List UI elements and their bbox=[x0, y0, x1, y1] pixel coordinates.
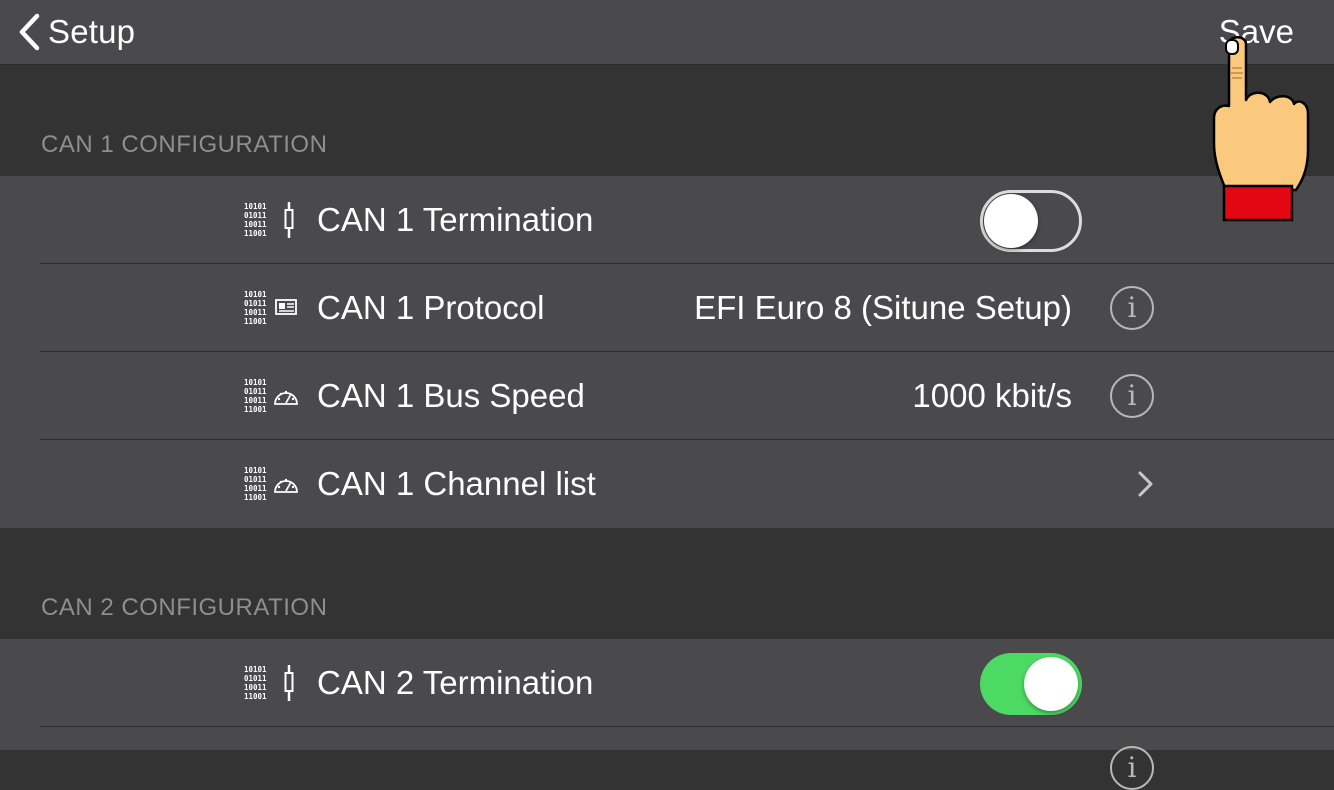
svg-text:11001: 11001 bbox=[244, 405, 267, 414]
info-icon[interactable]: i bbox=[1110, 746, 1154, 790]
can1-channel-list-label: CAN 1 Channel list bbox=[317, 465, 596, 502]
can1-bus-speed-row[interactable]: 10101 01011 10011 11001 CAN 1 Bus Speed 10… bbox=[0, 352, 1334, 440]
svg-text:10101: 10101 bbox=[244, 202, 267, 211]
navigation-bar: Setup Save bbox=[0, 0, 1334, 65]
svg-text:01011: 01011 bbox=[244, 299, 267, 308]
binary-protocol-icon: 1010101011 1001111001 bbox=[244, 290, 297, 326]
svg-text:10011: 10011 bbox=[244, 396, 267, 405]
section-header-can2: CAN 2 CONFIGURATION bbox=[41, 594, 328, 621]
svg-text:01011: 01011 bbox=[244, 211, 267, 220]
can2-termination-row[interactable]: 10101 01011 10011 11001 CAN 2 Termination bbox=[0, 639, 1334, 727]
svg-text:01011: 01011 bbox=[244, 674, 267, 683]
can1-protocol-value: EFI Euro 8 (Situne Setup) bbox=[694, 289, 1072, 326]
binary-gauge-icon: 1010101011 1001111001 bbox=[244, 378, 298, 414]
svg-text:11001: 11001 bbox=[244, 493, 267, 502]
svg-text:11001: 11001 bbox=[244, 229, 267, 238]
chevron-right-icon bbox=[1138, 471, 1153, 497]
can1-bus-speed-value: 1000 kbit/s bbox=[912, 377, 1072, 414]
svg-text:10011: 10011 bbox=[244, 484, 267, 493]
can1-termination-row[interactable]: 10101 01011 10011 11001 CAN 1 Termination bbox=[0, 176, 1334, 264]
svg-text:10101: 10101 bbox=[244, 665, 267, 674]
can1-termination-toggle[interactable] bbox=[980, 190, 1082, 252]
svg-text:01011: 01011 bbox=[244, 387, 267, 396]
svg-text:10101: 10101 bbox=[244, 378, 267, 387]
can1-protocol-row[interactable]: 10101 01011 10011 11001 CAN 1 Protocol EFI… bbox=[0, 264, 1334, 352]
row-divider bbox=[40, 726, 1334, 727]
can1-bus-speed-label: CAN 1 Bus Speed bbox=[317, 377, 585, 414]
svg-text:10011: 10011 bbox=[244, 220, 267, 229]
svg-text:11001: 11001 bbox=[244, 692, 267, 701]
chevron-left-icon bbox=[19, 13, 40, 51]
svg-text:11001: 11001 bbox=[244, 317, 267, 326]
can2-settings-group: 10101 01011 10011 11001 CAN 2 Termination … bbox=[0, 639, 1334, 790]
section-header-can1: CAN 1 CONFIGURATION bbox=[41, 131, 328, 158]
binary-gauge-icon: 1010101011 1001111001 bbox=[244, 466, 298, 502]
pointing-hand-icon bbox=[1212, 36, 1310, 222]
svg-text:01011: 01011 bbox=[244, 475, 267, 484]
info-icon[interactable]: i bbox=[1110, 374, 1154, 418]
back-button[interactable]: Setup bbox=[18, 10, 135, 54]
svg-text:10101: 10101 bbox=[244, 466, 267, 475]
toggle-knob bbox=[1024, 657, 1078, 711]
can1-channel-list-row[interactable]: 10101 01011 10011 11001 CAN 1 Channel list bbox=[0, 440, 1334, 528]
can1-settings-group: 10101 01011 10011 11001 CAN 1 Termination … bbox=[0, 176, 1334, 528]
svg-text:10011: 10011 bbox=[244, 683, 267, 692]
can1-protocol-label: CAN 1 Protocol bbox=[317, 289, 545, 326]
toggle-knob bbox=[984, 194, 1038, 248]
back-button-label: Setup bbox=[48, 13, 136, 50]
binary-termination-icon: 1010101011 1001111001 bbox=[244, 665, 294, 701]
can2-termination-label: CAN 2 Termination bbox=[317, 664, 594, 701]
info-icon[interactable]: i bbox=[1110, 286, 1154, 330]
can2-termination-toggle[interactable] bbox=[980, 653, 1082, 715]
svg-text:10101: 10101 bbox=[244, 290, 267, 299]
binary-termination-icon: 1010101011 1001111001 bbox=[244, 202, 294, 238]
svg-text:10011: 10011 bbox=[244, 308, 267, 317]
can1-termination-label: CAN 1 Termination bbox=[317, 201, 594, 238]
